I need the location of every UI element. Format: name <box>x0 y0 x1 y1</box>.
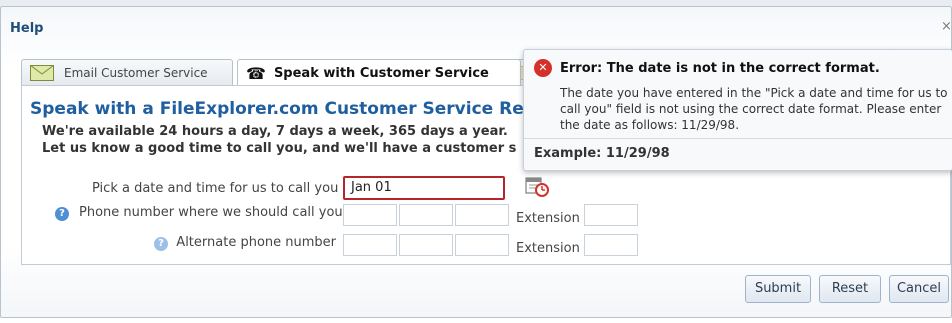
submit-button[interactable]: Submit <box>745 275 811 303</box>
error-title: Error: The date is not in the correct fo… <box>560 61 880 76</box>
help-dialog: Help × Email Customer Service ☎ Speak wi… <box>0 6 952 318</box>
alt-phone-line-field[interactable] <box>455 234 509 256</box>
help-icon[interactable]: ? <box>55 207 69 221</box>
cancel-button[interactable]: Cancel <box>889 275 949 303</box>
tab-speak-customer-service[interactable]: ☎ Speak with Customer Service <box>237 59 521 86</box>
divider <box>524 138 952 139</box>
tab-email-customer-service[interactable]: Email Customer Service <box>21 59 233 85</box>
phone-label: Phone number where we should call you <box>79 205 343 220</box>
phone-area-code-field[interactable] <box>343 204 397 226</box>
dialog-title: Help <box>10 21 44 36</box>
calendar-clock-icon[interactable] <box>525 175 551 199</box>
alt-phone-prefix-field[interactable] <box>399 234 453 256</box>
help-icon[interactable]: ? <box>154 237 168 251</box>
availability-text: We're available 24 hours a day, 7 days a… <box>42 124 508 139</box>
error-icon: ✕ <box>534 59 552 77</box>
extension-label: Extension <box>516 241 580 256</box>
date-label: Pick a date and time for us to call you <box>92 181 339 196</box>
error-message: The date you have entered in the "Pick a… <box>560 86 948 132</box>
callback-prompt: Let us know a good time to call you, and… <box>42 141 517 156</box>
error-popup: ✕ Error: The date is not in the correct … <box>523 49 952 171</box>
alt-phone-area-code-field[interactable] <box>343 234 397 256</box>
tab-label: Email Customer Service <box>64 65 208 80</box>
alt-phone-extension-field[interactable] <box>584 234 638 256</box>
extension-label: Extension <box>516 211 580 226</box>
panel-heading: Speak with a FileExplorer.com Customer S… <box>30 99 556 119</box>
phone-extension-field[interactable] <box>584 204 638 226</box>
phone-prefix-field[interactable] <box>399 204 453 226</box>
date-time-input[interactable]: Jan 01 <box>343 176 505 200</box>
tab-label: Speak with Customer Service <box>273 65 489 81</box>
telephone-icon: ☎ <box>246 63 266 83</box>
error-example: Example: 11/29/98 <box>534 146 670 161</box>
envelope-icon <box>30 64 54 81</box>
close-icon[interactable]: × <box>941 19 952 34</box>
phone-line-field[interactable] <box>455 204 509 226</box>
reset-button[interactable]: Reset <box>819 275 881 303</box>
alt-phone-label: Alternate phone number <box>176 235 336 250</box>
